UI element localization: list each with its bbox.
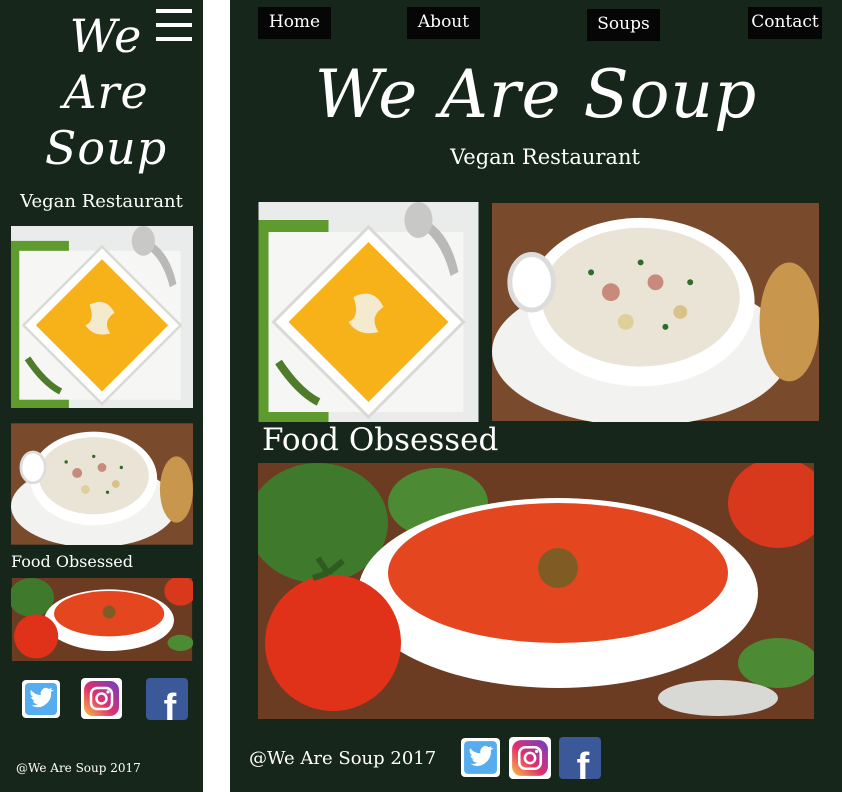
site-title-line: Are	[63, 65, 149, 119]
twitter-icon[interactable]	[461, 738, 500, 777]
nav-about[interactable]: About	[407, 7, 480, 39]
copyright-text: @We Are Soup 2017	[16, 761, 141, 775]
mobile-layout: We Are Soup Vegan Restaurant Food Obsess…	[0, 0, 203, 792]
twitter-icon[interactable]	[22, 680, 60, 718]
tomato-soup-image	[258, 463, 814, 719]
pumpkin-soup-image	[11, 226, 193, 408]
desktop-layout: Home About Soups Contact We Are Soup Veg…	[230, 0, 842, 792]
site-title: We Are Soup	[314, 56, 758, 133]
tomato-soup-image	[11, 578, 193, 661]
facebook-letter: f	[577, 746, 590, 779]
section-heading: Food Obsessed	[11, 552, 133, 571]
chowder-soup-image	[11, 423, 193, 545]
facebook-icon[interactable]: f	[146, 678, 188, 720]
chowder-soup-image	[492, 202, 819, 422]
site-subtitle: Vegan Restaurant	[20, 191, 183, 212]
nav-home[interactable]: Home	[258, 7, 331, 39]
site-subtitle: Vegan Restaurant	[450, 145, 640, 169]
facebook-icon[interactable]: f	[559, 737, 601, 779]
site-title-line: Soup	[44, 121, 168, 175]
nav-soups[interactable]: Soups	[587, 9, 660, 41]
hamburger-menu-icon[interactable]	[156, 9, 192, 41]
copyright-text: @We Are Soup 2017	[249, 748, 437, 769]
nav-contact[interactable]: Contact	[748, 7, 822, 39]
instagram-icon[interactable]	[81, 678, 122, 719]
site-title-line: We	[69, 9, 143, 63]
facebook-letter: f	[164, 687, 177, 720]
section-heading: Food Obsessed	[262, 422, 499, 458]
pumpkin-soup-image	[258, 202, 479, 422]
site-title: We Are Soup	[36, 8, 176, 176]
instagram-icon[interactable]	[509, 737, 551, 779]
